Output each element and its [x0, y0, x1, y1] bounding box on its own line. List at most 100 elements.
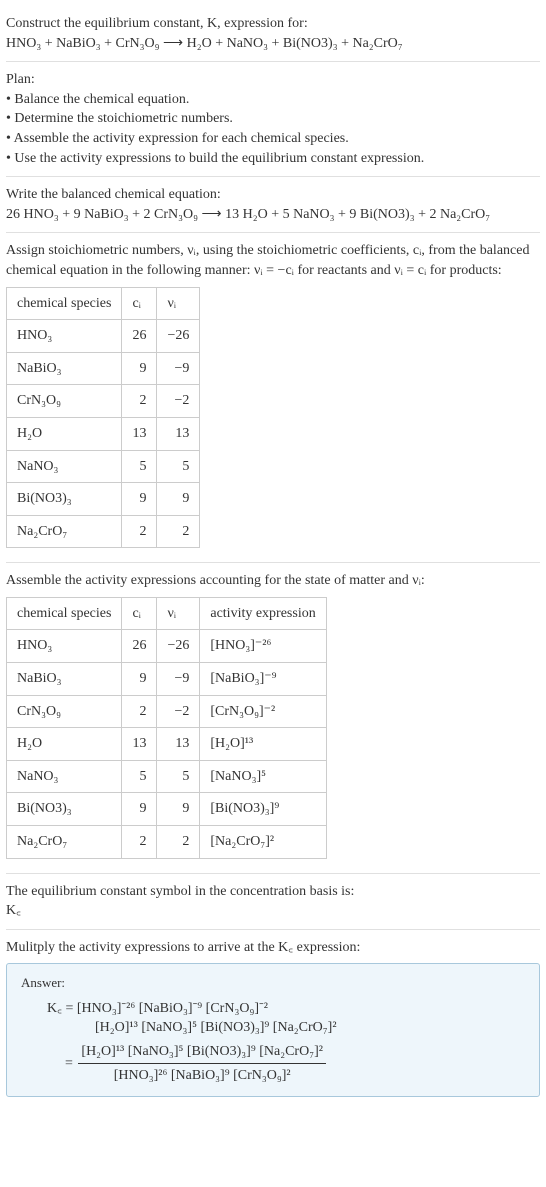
cell-ci: 5	[122, 450, 157, 483]
answer-line1: K꜀ = [HNO₃]⁻²⁶ [NaBiO₃]⁻⁹ [CrN₃O₉]⁻²	[47, 999, 525, 1019]
cell-vi: 2	[157, 515, 200, 548]
table-header-row: chemical species cᵢ νᵢ activity expressi…	[7, 597, 327, 630]
col-activity: activity expression	[200, 597, 326, 630]
cell-vi: 5	[157, 760, 200, 793]
table-row: CrN₃O₉ 2 −2 [CrN₃O₉]⁻²	[7, 695, 327, 728]
answer-content: K꜀ = [HNO₃]⁻²⁶ [NaBiO₃]⁻⁹ [CrN₃O₉]⁻² [H₂…	[47, 999, 525, 1086]
cell-species: HNO₃	[7, 630, 122, 663]
table-row: NaNO₃ 5 5 [NaNO₃]⁵	[7, 760, 327, 793]
cell-activity: [H₂O]¹³	[200, 728, 326, 761]
cell-ci: 9	[122, 352, 157, 385]
question-block: Construct the equilibrium constant, K, e…	[6, 6, 540, 62]
table-row: H₂O 13 13 [H₂O]¹³	[7, 728, 327, 761]
table-row: Bi(NO3)₃ 9 9	[7, 483, 200, 516]
cell-ci: 26	[122, 320, 157, 353]
cell-ci: 9	[122, 483, 157, 516]
table-row: NaBiO₃ 9 −9	[7, 352, 200, 385]
balanced-title: Write the balanced chemical equation:	[6, 185, 540, 205]
question-title: Construct the equilibrium constant, K, e…	[6, 14, 540, 53]
plan-block: Plan: • Balance the chemical equation. •…	[6, 62, 540, 177]
fraction-denominator: [HNO₃]²⁶ [NaBiO₃]⁹ [CrN₃O₉]²	[78, 1064, 326, 1086]
activity-text: Assemble the activity expressions accoun…	[6, 571, 540, 591]
question-reaction: HNO₃ + NaBiO₃ + CrN₃O₉ ⟶ H₂O + NaNO₃ + B…	[6, 36, 403, 51]
answer-label: Answer:	[21, 974, 525, 992]
cell-vi: −26	[157, 630, 200, 663]
table-row: H₂O 13 13	[7, 417, 200, 450]
cell-activity: [Bi(NO3)₃]⁹	[200, 793, 326, 826]
cell-ci: 13	[122, 728, 157, 761]
cell-activity: [CrN₃O₉]⁻²	[200, 695, 326, 728]
answer-fraction-line: = [H₂O]¹³ [NaNO₃]⁵ [Bi(NO3)₃]⁹ [Na₂CrO₇]…	[47, 1042, 525, 1086]
kc-basis-block: The equilibrium constant symbol in the c…	[6, 874, 540, 930]
answer-fraction: [H₂O]¹³ [NaNO₃]⁵ [Bi(NO3)₃]⁹ [Na₂CrO₇]² …	[78, 1042, 326, 1086]
cell-vi: 5	[157, 450, 200, 483]
cell-ci: 26	[122, 630, 157, 663]
cell-species: NaBiO₃	[7, 352, 122, 385]
col-ci: cᵢ	[122, 287, 157, 320]
cell-ci: 2	[122, 515, 157, 548]
cell-species: H₂O	[7, 417, 122, 450]
table-row: HNO₃ 26 −26	[7, 320, 200, 353]
cell-ci: 9	[122, 793, 157, 826]
cell-species: Na₂CrO₇	[7, 826, 122, 859]
table-row: HNO₃ 26 −26 [HNO₃]⁻²⁶	[7, 630, 327, 663]
cell-activity: [NaNO₃]⁵	[200, 760, 326, 793]
cell-species: CrN₃O₉	[7, 695, 122, 728]
cell-vi: 13	[157, 417, 200, 450]
cell-species: Bi(NO3)₃	[7, 483, 122, 516]
multiply-block: Mulitply the activity expressions to arr…	[6, 930, 540, 1105]
plan-item: • Assemble the activity expression for e…	[6, 129, 540, 149]
cell-vi: −9	[157, 663, 200, 696]
table-row: Na₂CrO₇ 2 2	[7, 515, 200, 548]
cell-species: CrN₃O₉	[7, 385, 122, 418]
cell-species: Na₂CrO₇	[7, 515, 122, 548]
cell-species: HNO₃	[7, 320, 122, 353]
col-ci: cᵢ	[122, 597, 157, 630]
cell-species: H₂O	[7, 728, 122, 761]
cell-ci: 13	[122, 417, 157, 450]
table-row: CrN₃O₉ 2 −2	[7, 385, 200, 418]
cell-species: Bi(NO3)₃	[7, 793, 122, 826]
cell-ci: 2	[122, 385, 157, 418]
cell-species: NaNO₃	[7, 450, 122, 483]
col-vi: νᵢ	[157, 287, 200, 320]
table-row: NaNO₃ 5 5	[7, 450, 200, 483]
cell-vi: 2	[157, 826, 200, 859]
table-header-row: chemical species cᵢ νᵢ	[7, 287, 200, 320]
kc-basis-text: The equilibrium constant symbol in the c…	[6, 882, 540, 902]
cell-vi: −26	[157, 320, 200, 353]
cell-ci: 9	[122, 663, 157, 696]
assign-block: Assign stoichiometric numbers, νᵢ, using…	[6, 233, 540, 563]
cell-activity: [Na₂CrO₇]²	[200, 826, 326, 859]
activity-block: Assemble the activity expressions accoun…	[6, 563, 540, 873]
plan-item: • Balance the chemical equation.	[6, 90, 540, 110]
col-species: chemical species	[7, 597, 122, 630]
kc-symbol: K꜀	[6, 901, 540, 921]
cell-activity: [NaBiO₃]⁻⁹	[200, 663, 326, 696]
balanced-block: Write the balanced chemical equation: 26…	[6, 177, 540, 233]
answer-equals: =	[65, 1056, 73, 1071]
activity-table: chemical species cᵢ νᵢ activity expressi…	[6, 597, 327, 859]
plan-item: • Determine the stoichiometric numbers.	[6, 109, 540, 129]
answer-line2: [H₂O]¹³ [NaNO₃]⁵ [Bi(NO3)₃]⁹ [Na₂CrO₇]²	[95, 1018, 525, 1038]
cell-vi: 13	[157, 728, 200, 761]
assign-text: Assign stoichiometric numbers, νᵢ, using…	[6, 241, 540, 280]
table-row: Bi(NO3)₃ 9 9 [Bi(NO3)₃]⁹	[7, 793, 327, 826]
cell-vi: 9	[157, 793, 200, 826]
table-row: NaBiO₃ 9 −9 [NaBiO₃]⁻⁹	[7, 663, 327, 696]
cell-ci: 5	[122, 760, 157, 793]
cell-ci: 2	[122, 826, 157, 859]
cell-species: NaBiO₃	[7, 663, 122, 696]
cell-ci: 2	[122, 695, 157, 728]
plan-item: • Use the activity expressions to build …	[6, 149, 540, 169]
cell-vi: −2	[157, 695, 200, 728]
col-vi: νᵢ	[157, 597, 200, 630]
balanced-reaction: 26 HNO₃ + 9 NaBiO₃ + 2 CrN₃O₉ ⟶ 13 H₂O +…	[6, 205, 540, 225]
stoich-table: chemical species cᵢ νᵢ HNO₃ 26 −26 NaBiO…	[6, 287, 200, 549]
plan-title: Plan:	[6, 70, 540, 90]
col-species: chemical species	[7, 287, 122, 320]
table-row: Na₂CrO₇ 2 2 [Na₂CrO₇]²	[7, 826, 327, 859]
multiply-text: Mulitply the activity expressions to arr…	[6, 938, 540, 958]
cell-vi: −9	[157, 352, 200, 385]
cell-vi: −2	[157, 385, 200, 418]
